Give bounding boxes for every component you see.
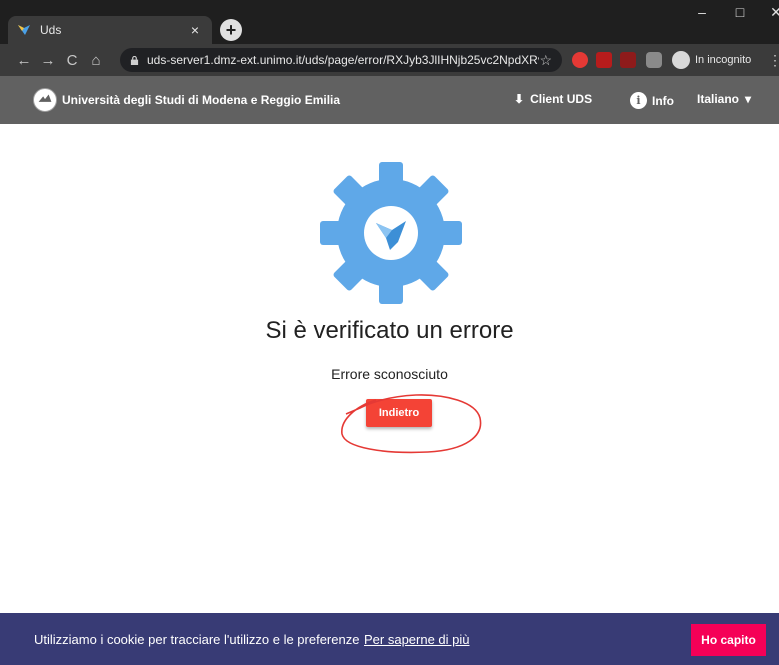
incognito-icon (672, 51, 690, 69)
bookmark-star-icon[interactable]: ☆ (539, 52, 552, 69)
error-gear-icon (320, 162, 462, 304)
uds-favicon-icon (18, 25, 30, 35)
browser-toolbar: ← → C ⌂ uds-server1.dmz-ext.unimo.it/uds… (0, 44, 779, 76)
url-text: uds-server1.dmz-ext.unimo.it/uds/page/er… (147, 53, 540, 67)
ublock-shield-icon[interactable] (620, 52, 636, 68)
cookie-more-link[interactable]: Per saperne di più (364, 632, 470, 647)
error-message: Errore sconosciuto (331, 366, 448, 382)
tab-title: Uds (40, 23, 62, 37)
nav-client-label: Client UDS (530, 92, 593, 106)
caret-down-icon: ▾ (745, 92, 752, 106)
cookie-accept-button[interactable]: Ho capito (691, 624, 766, 656)
site-name[interactable]: Università degli Studi di Modena e Reggi… (62, 93, 340, 107)
maximize-button[interactable]: □ (722, 4, 758, 20)
back-arrow-icon[interactable]: ← (12, 52, 36, 69)
error-title: Si è verificato un errore (265, 317, 514, 344)
forward-arrow-icon[interactable]: → (36, 52, 60, 69)
reload-icon[interactable]: C (60, 52, 84, 69)
home-icon[interactable]: ⌂ (84, 52, 108, 69)
language-dropdown[interactable]: Italiano ▾ (697, 92, 751, 106)
tab-close-icon[interactable]: × (186, 22, 204, 38)
browser-titlebar: Uds × + – □ ✕ (0, 0, 779, 44)
incognito-indicator[interactable]: In incognito (672, 50, 752, 70)
nav-client-uds[interactable]: ⬇ Client UDS (514, 92, 592, 106)
annotation-circle (341, 394, 482, 454)
cookie-text: Utilizziamo i cookie per tracciare l'uti… (34, 632, 360, 647)
incognito-label: In incognito (695, 54, 752, 66)
info-icon: i (630, 92, 647, 109)
address-bar[interactable]: uds-server1.dmz-ext.unimo.it/uds/page/er… (120, 48, 562, 72)
extension-icon[interactable] (596, 52, 612, 68)
university-logo-icon (33, 88, 57, 112)
close-window-button[interactable]: ✕ (758, 4, 779, 21)
language-label: Italiano (697, 92, 740, 106)
nav-info-label: Info (652, 93, 674, 108)
browser-tab[interactable]: Uds × (8, 16, 212, 44)
minimize-button[interactable]: – (684, 4, 720, 20)
nav-info[interactable]: i Info (630, 92, 674, 109)
new-tab-button[interactable]: + (220, 19, 242, 41)
browser-menu-icon[interactable]: ⋮ (768, 52, 779, 69)
download-icon: ⬇ (514, 92, 525, 106)
lock-icon (130, 55, 139, 65)
opera-extension-icon[interactable] (572, 52, 588, 68)
puzzle-icon[interactable] (646, 52, 662, 68)
